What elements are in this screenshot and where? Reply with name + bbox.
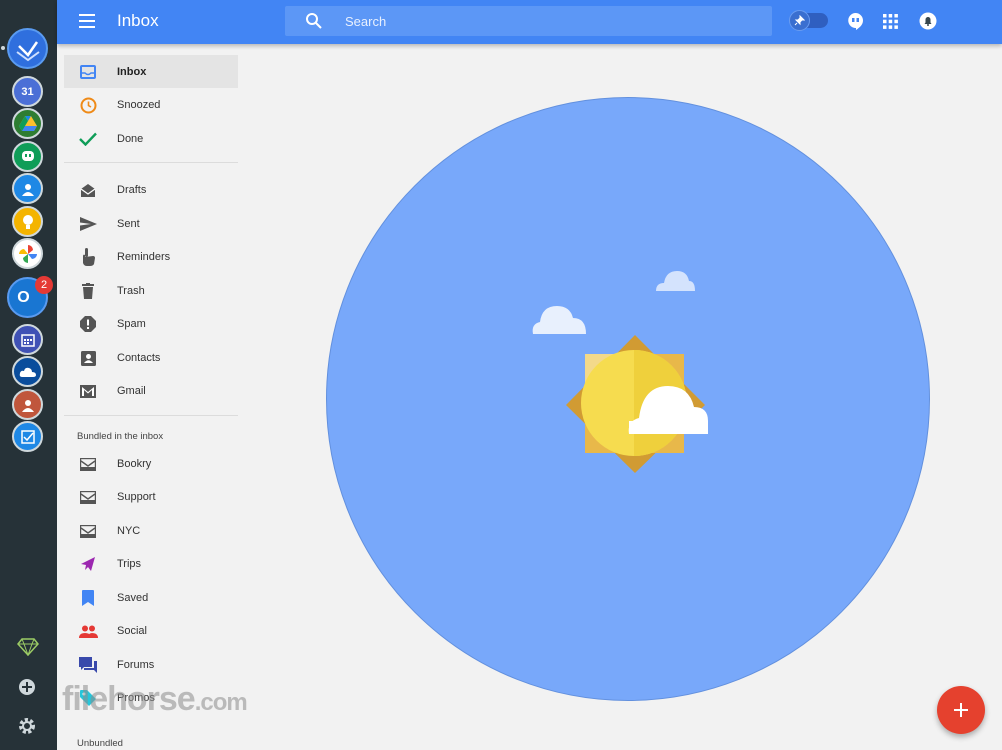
nav-item-sent[interactable]: Sent [64,207,238,240]
outlook-letter: O [17,288,30,306]
nav-label: NYC [117,524,141,537]
nav-item-support[interactable]: Support [64,480,238,513]
label-icon [78,487,98,507]
people-icon [78,621,98,641]
trash-icon [78,281,98,301]
nav-item-done[interactable]: Done [64,122,238,155]
plane-icon [78,554,98,574]
inbox-zero-area [244,44,1002,750]
cloud-left [532,306,586,334]
nav-label: Forums [117,658,155,671]
nav-label: Drafts [117,183,147,196]
gmail-icon [78,381,98,401]
calendar-app-icon[interactable]: 31 [12,76,43,107]
divider [64,162,238,163]
pinned-toggle[interactable] [789,10,828,31]
onedrive-app-icon[interactable] [12,356,43,387]
drive-app-icon[interactable] [12,108,43,139]
nav-item-trash[interactable]: Trash [64,274,238,307]
nav-label: Reminders [117,250,171,263]
bookmark-icon [78,588,98,608]
reminder-icon [78,247,98,267]
hamburger-menu-icon[interactable] [79,14,95,28]
nav-item-forums[interactable]: Forums [64,648,238,681]
forum-icon [78,655,98,675]
nav-item-reminders[interactable]: Reminders [64,240,238,273]
nav-item-spam[interactable]: Spam [64,307,238,340]
nav-label: Sent [117,217,140,230]
nav-item-saved[interactable]: Saved [64,581,238,614]
nav-label: Support [117,490,156,503]
page-title: Inbox [117,11,159,30]
notifications-bell-icon[interactable] [919,12,937,30]
drafts-icon [78,180,98,200]
contacts-app-icon[interactable] [12,173,43,204]
send-icon [78,214,98,234]
top-app-bar: Inbox [57,0,1002,44]
search-icon [306,13,322,29]
search-bar[interactable] [285,6,772,36]
filehorse-watermark: filehorse.com [62,680,248,718]
compose-button[interactable] [937,686,985,734]
nav-item-bookry[interactable]: Bookry [64,447,238,480]
clock-icon [78,95,98,115]
nav-item-gmail[interactable]: Gmail [64,374,238,407]
search-input[interactable] [345,6,745,36]
hangouts-icon[interactable] [847,12,864,31]
nav-item-social[interactable]: Social [64,614,238,647]
small-cloud-right [656,271,695,291]
nav-label: Contacts [117,351,161,364]
hangouts-app-icon[interactable] [12,141,43,172]
app-dock: 31 O 2 [0,0,57,750]
bundled-section-heading: Bundled in the inbox [77,431,164,442]
navigation-drawer: Inbox Snoozed Done Drafts Sent Reminders… [57,44,244,750]
pin-icon [789,10,810,31]
nav-label: Trash [117,284,145,297]
calendar-day: 31 [21,85,34,98]
apps-grid-icon[interactable] [883,14,898,29]
nav-label: Bookry [117,457,152,470]
spam-icon [78,314,98,334]
unbundled-section-heading: Unbundled [77,738,123,749]
inbox-icon [78,62,98,82]
people-app-icon[interactable] [12,389,43,420]
check-icon [78,129,98,149]
photos-app-icon[interactable] [12,238,43,269]
label-icon [78,521,98,541]
settings-gear-icon[interactable] [17,716,37,741]
nav-item-trips[interactable]: Trips [64,547,238,580]
nav-label: Saved [117,591,149,604]
nav-item-contacts[interactable]: Contacts [64,341,238,374]
unread-badge: 2 [35,276,53,294]
nav-label: Done [117,132,144,145]
nav-item-inbox[interactable]: Inbox [64,55,238,88]
divider [64,415,238,416]
contacts-icon [78,348,98,368]
todo-app-icon[interactable] [12,421,43,452]
nav-label: Gmail [117,384,146,397]
nav-label: Social [117,624,147,637]
nav-item-nyc[interactable]: NYC [64,514,238,547]
label-icon [78,454,98,474]
outlook-calendar-app-icon[interactable] [12,324,43,355]
inbox-app-icon[interactable] [7,28,48,69]
nav-item-snoozed[interactable]: Snoozed [64,88,238,121]
nav-label: Spam [117,317,146,330]
diamond-icon[interactable] [17,638,39,661]
nav-label: Trips [117,557,142,570]
nav-label: Inbox [117,65,147,78]
nav-item-drafts[interactable]: Drafts [64,173,238,206]
plus-icon [954,703,968,717]
sun-and-clouds-illustration [532,271,708,473]
nav-label: Snoozed [117,98,161,111]
add-app-icon[interactable] [17,677,37,702]
active-indicator [1,46,5,50]
keep-app-icon[interactable] [12,206,43,237]
